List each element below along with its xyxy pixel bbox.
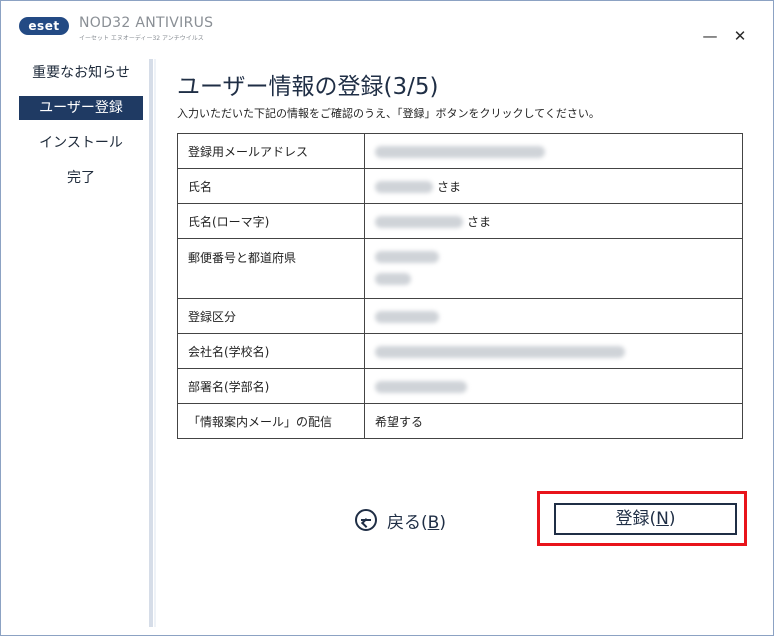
redacted-value: [375, 145, 545, 158]
table-row: 氏名(ローマ字) さま: [177, 203, 743, 239]
table-row: 登録区分: [177, 298, 743, 334]
row-label: 会社名(学校名): [177, 333, 365, 369]
table-row: 郵便番号と都道府県: [177, 238, 743, 299]
close-icon[interactable]: ✕: [731, 27, 749, 45]
redacted-value: [375, 345, 625, 358]
sidebar-item-user-registration: ユーザー登録: [19, 96, 143, 120]
user-info-table: 登録用メールアドレス 氏名 さま 氏名(ローマ字) さま 郵便番号と都道府県 登…: [177, 133, 743, 439]
title-bar: eset NOD32 ANTIVIRUS イーセット エヌオーディー32 アンチ…: [1, 1, 773, 59]
row-label: 「情報案内メール」の配信: [177, 403, 365, 439]
redacted-value: [375, 273, 411, 285]
page-subtitle: 入力いただいた下記の情報をご確認のうえ、「登録」ボタンをクリックしてください。: [177, 107, 600, 120]
product-subtitle: イーセット エヌオーディー32 アンチウイルス: [79, 35, 204, 42]
row-value: さま: [364, 203, 743, 239]
table-row: 部署名(学部名): [177, 368, 743, 404]
table-row: 「情報案内メール」の配信 希望する: [177, 403, 743, 439]
row-value: [364, 133, 743, 169]
row-label: 登録用メールアドレス: [177, 133, 365, 169]
sidebar: 重要なお知らせ ユーザー登録 インストール 完了: [9, 59, 149, 629]
honorific: さま: [467, 214, 492, 229]
sidebar-divider-inner: [154, 59, 156, 627]
sidebar-item-complete: 完了: [67, 170, 95, 186]
table-row: 会社名(学校名): [177, 333, 743, 369]
row-label: 郵便番号と都道府県: [177, 238, 365, 299]
row-label: 登録区分: [177, 298, 365, 334]
register-button[interactable]: 登録(N): [554, 503, 737, 535]
row-value: [364, 368, 743, 404]
redacted-value: [375, 250, 439, 263]
table-row: 氏名 さま: [177, 168, 743, 204]
register-button-label: 登録(N): [615, 509, 676, 529]
row-label: 氏名(ローマ字): [177, 203, 365, 239]
redacted-value: [375, 310, 439, 323]
arrow-left-circle-icon: [355, 509, 377, 531]
row-value: [364, 298, 743, 334]
logo-text: eset: [19, 17, 69, 35]
honorific: さま: [437, 179, 462, 194]
installer-window: eset NOD32 ANTIVIRUS イーセット エヌオーディー32 アンチ…: [0, 0, 774, 636]
sidebar-item-notice: 重要なお知らせ: [32, 65, 130, 81]
page-title: ユーザー情報の登録(3/5): [177, 74, 439, 100]
eset-logo: eset: [19, 17, 69, 35]
redacted-value: [375, 380, 467, 393]
row-label: 氏名: [177, 168, 365, 204]
redacted-value: [375, 181, 433, 193]
row-value: [364, 333, 743, 369]
sidebar-item-install: インストール: [39, 135, 123, 151]
row-label: 部署名(学部名): [177, 368, 365, 404]
minimize-icon[interactable]: —: [701, 27, 719, 45]
sidebar-divider: [149, 59, 153, 627]
row-value: [364, 238, 743, 299]
row-value: さま: [364, 168, 743, 204]
product-name: NOD32 ANTIVIRUS: [79, 15, 214, 31]
back-button[interactable]: 戻る(B): [355, 507, 446, 533]
back-button-label: 戻る(B): [387, 512, 446, 533]
table-row: 登録用メールアドレス: [177, 133, 743, 169]
row-value: 希望する: [364, 403, 743, 439]
redacted-value: [375, 216, 463, 228]
